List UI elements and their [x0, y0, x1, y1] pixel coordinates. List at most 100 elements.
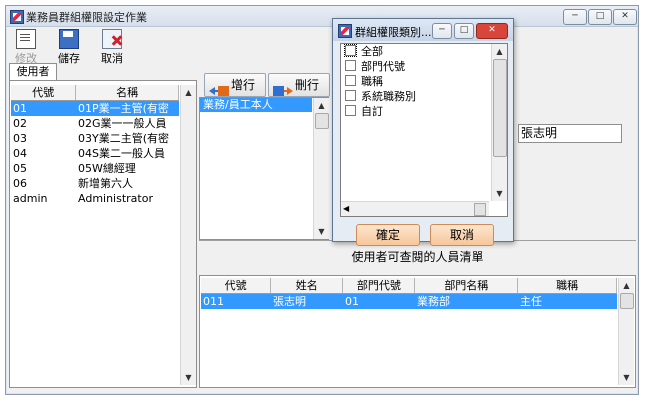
- add-row-button[interactable]: 增行: [204, 73, 266, 97]
- checkbox-option[interactable]: 自訂: [345, 105, 383, 119]
- checkbox-label: 系統職務別: [361, 90, 416, 103]
- column-header-name[interactable]: 姓名: [271, 278, 344, 293]
- users-panel: 代號 名稱 01 01P業一主管(有密 02 02G業一一般人員 03 03Y業二主管(有…: [9, 80, 197, 388]
- scroll-down-icon[interactable]: ▼: [181, 370, 196, 385]
- scroll-down-icon[interactable]: ▼: [619, 370, 634, 385]
- user-name-field[interactable]: 張志明: [518, 124, 622, 143]
- dialog-cancel-button[interactable]: 取消: [430, 224, 494, 246]
- cell-name: 03Y業二主管(有密: [78, 132, 170, 145]
- delete-row-label: 刪行: [295, 78, 320, 92]
- checkbox-option[interactable]: 職稱: [345, 75, 383, 89]
- users-table: 代號 名稱 01 01P業一主管(有密 02 02G業一一般人員 03 03Y業二主管(有…: [11, 85, 179, 206]
- checkbox-option[interactable]: 部門代號: [345, 60, 405, 74]
- table-row[interactable]: 04 04S業二一般人員: [11, 146, 179, 161]
- cell-code: 04: [13, 147, 27, 160]
- cell-name: 新增第六人: [78, 177, 133, 190]
- checkbox-option[interactable]: 系統職務別: [345, 90, 416, 104]
- delete-row-icon: [273, 81, 293, 96]
- column-header-code[interactable]: 代號: [201, 278, 272, 293]
- toolbar: 修改 儲存 取消: [6, 27, 638, 67]
- column-header-title[interactable]: 職稱: [518, 278, 618, 293]
- checkbox-icon[interactable]: [345, 105, 356, 116]
- app-icon: [338, 24, 352, 38]
- cell-name: 05W總經理: [78, 162, 136, 175]
- table-row[interactable]: 03 03Y業二主管(有密: [11, 131, 179, 146]
- checkbox-icon[interactable]: [344, 44, 357, 57]
- table-row[interactable]: 05 05W總經理: [11, 161, 179, 176]
- checklist-scrollbar[interactable]: ▲ ▼: [491, 44, 507, 201]
- scroll-thumb[interactable]: [315, 113, 329, 129]
- tab-users[interactable]: 使用者: [9, 63, 57, 81]
- checkbox-icon[interactable]: [345, 60, 356, 71]
- column-header-dept-name[interactable]: 部門名稱: [415, 278, 519, 293]
- checkbox-label: 全部: [361, 45, 383, 58]
- save-button[interactable]: 儲存: [53, 29, 85, 65]
- scroll-thumb[interactable]: [474, 203, 486, 216]
- dialog-maximize-button[interactable]: □: [454, 23, 474, 39]
- list-item[interactable]: 業務/員工本人: [200, 98, 312, 112]
- close-button[interactable]: ✕: [613, 9, 637, 25]
- table-row[interactable]: 02 02G業一一般人員: [11, 116, 179, 131]
- checkbox-icon[interactable]: [345, 75, 356, 86]
- viewable-list-scrollbar[interactable]: ▲ ▼: [618, 278, 634, 385]
- cell-name: 張志明: [273, 295, 306, 308]
- table-row[interactable]: 011 張志明 01 業務部 主任: [201, 294, 617, 309]
- checkbox-label: 職稱: [361, 75, 383, 88]
- checkbox-label: 部門代號: [361, 60, 405, 73]
- dialog-title-bar[interactable]: 群組權限類別... ─ □ ✕: [333, 19, 513, 41]
- column-header-dept-code[interactable]: 部門代號: [343, 278, 416, 293]
- cell-name: 01P業一主管(有密: [76, 101, 179, 116]
- category-checklist[interactable]: 全部部門代號職稱系統職務別自訂 ▲ ▼ ◀: [340, 43, 508, 217]
- scroll-up-icon[interactable]: ▲: [619, 278, 634, 293]
- cell-code: 01: [11, 101, 76, 116]
- cancel-button[interactable]: 取消: [96, 29, 128, 65]
- cancel-label: 取消: [101, 52, 123, 65]
- group-listbox[interactable]: 業務/員工本人 ▲ ▼: [199, 97, 329, 240]
- scroll-up-icon[interactable]: ▲: [314, 98, 329, 113]
- cell-name: 02G業一一般人員: [78, 117, 167, 130]
- title-bar[interactable]: 業務員群組權限設定作業 ─ □ ✕: [6, 6, 638, 27]
- viewable-people-table: 代號 姓名 部門代號 部門名稱 職稱 011 張志明 01 業務部 主任: [201, 278, 618, 309]
- viewable-list-title: 使用者可查閱的人員清單: [351, 250, 484, 264]
- add-row-icon: [209, 81, 229, 96]
- window-title: 業務員群組權限設定作業: [26, 11, 147, 24]
- users-scrollbar[interactable]: ▲ ▼: [180, 85, 196, 385]
- edit-icon: [16, 29, 36, 49]
- checkbox-icon[interactable]: [345, 90, 356, 101]
- cell-code: 05: [13, 162, 27, 175]
- cell-code: admin: [13, 192, 48, 205]
- cell-code: 02: [13, 117, 27, 130]
- checklist-hscrollbar[interactable]: ◀: [341, 201, 489, 216]
- table-row[interactable]: 01 01P業一主管(有密: [11, 101, 179, 116]
- minimize-button[interactable]: ─: [563, 9, 587, 25]
- scroll-thumb[interactable]: [620, 293, 634, 309]
- column-header-code[interactable]: 代號: [11, 85, 77, 100]
- cell-code: 03: [13, 132, 27, 145]
- dialog-close-button[interactable]: ✕: [476, 23, 508, 39]
- dialog-ok-button[interactable]: 確定: [356, 224, 420, 246]
- scroll-up-icon[interactable]: ▲: [181, 85, 196, 100]
- scroll-down-icon[interactable]: ▼: [492, 186, 507, 201]
- scroll-down-icon[interactable]: ▼: [314, 224, 329, 239]
- viewable-people-panel: 代號 姓名 部門代號 部門名稱 職稱 011 張志明 01 業務部 主任 ▲ ▼: [199, 275, 636, 388]
- floppy-disk-icon: [59, 29, 79, 49]
- group-list-scrollbar[interactable]: ▲ ▼: [313, 98, 329, 239]
- cell-name: Administrator: [78, 192, 153, 205]
- users-table-header: 代號 名稱: [11, 85, 179, 101]
- dialog-minimize-button[interactable]: ─: [432, 23, 452, 39]
- maximize-button[interactable]: □: [588, 9, 612, 25]
- cell-title: 主任: [520, 295, 542, 308]
- table-row[interactable]: admin Administrator: [11, 191, 179, 206]
- checkbox-option[interactable]: 全部: [344, 44, 383, 59]
- delete-row-button[interactable]: 刪行: [268, 73, 330, 97]
- cell-code: 06: [13, 177, 27, 190]
- column-header-name[interactable]: 名稱: [76, 85, 179, 100]
- scroll-thumb[interactable]: [493, 59, 507, 157]
- scroll-up-icon[interactable]: ▲: [492, 44, 507, 59]
- table-row[interactable]: 06 新增第六人: [11, 176, 179, 191]
- scroll-left-icon[interactable]: ◀: [343, 202, 349, 216]
- cell-dept-code: 01: [345, 295, 359, 308]
- app-icon: [10, 10, 24, 24]
- save-label: 儲存: [58, 52, 80, 65]
- edit-button[interactable]: 修改: [10, 29, 42, 65]
